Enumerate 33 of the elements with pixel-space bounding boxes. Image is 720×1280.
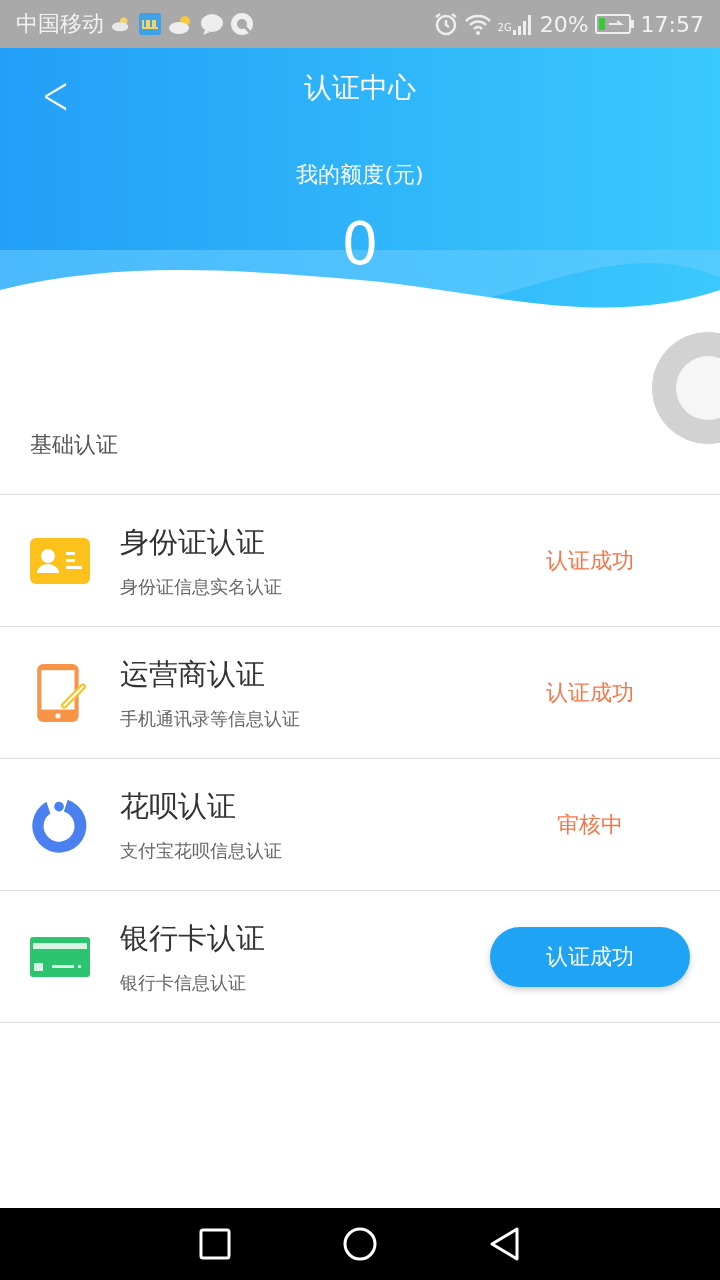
item-title: 银行卡认证	[120, 919, 266, 957]
item-title: 身份证认证	[120, 523, 266, 561]
quota-value: 0	[341, 210, 379, 278]
home-icon	[343, 1227, 377, 1261]
clock-time: 17:57	[640, 11, 704, 37]
quota-label: 我的额度(元)	[296, 161, 424, 189]
network-type: 2G	[497, 21, 512, 33]
status-text: 审核中	[557, 810, 623, 839]
recent-apps-icon	[199, 1228, 231, 1260]
wifi-icon	[463, 12, 492, 36]
id-card-icon	[30, 537, 90, 584]
status-button[interactable]: 认证成功	[490, 926, 690, 987]
item-subtitle: 支付宝花呗信息认证	[120, 838, 283, 863]
item-subtitle: 手机通讯录等信息认证	[120, 706, 301, 731]
signal-icon	[511, 12, 534, 36]
status-text: 认证成功	[546, 546, 634, 575]
carrier-name: 中国移动	[16, 10, 104, 38]
search-icon	[230, 12, 254, 36]
battery-percent: 20%	[539, 11, 589, 37]
item-subtitle: 身份证信息实名认证	[120, 574, 283, 599]
back-icon	[489, 1227, 521, 1261]
item-subtitle: 银行卡信息认证	[120, 970, 247, 995]
chat-icon	[200, 12, 224, 36]
item-title: 运营商认证	[120, 655, 266, 693]
back-button[interactable]: <	[36, 62, 75, 127]
item-title: 花呗认证	[120, 787, 237, 825]
battery-icon	[594, 13, 635, 35]
page-title: 认证中心	[304, 70, 416, 106]
section-title: 基础认证	[30, 431, 119, 459]
status-text: 认证成功	[546, 678, 634, 707]
app-icon	[138, 12, 162, 36]
bank-card-icon	[30, 936, 90, 977]
alarm-icon	[433, 12, 458, 36]
